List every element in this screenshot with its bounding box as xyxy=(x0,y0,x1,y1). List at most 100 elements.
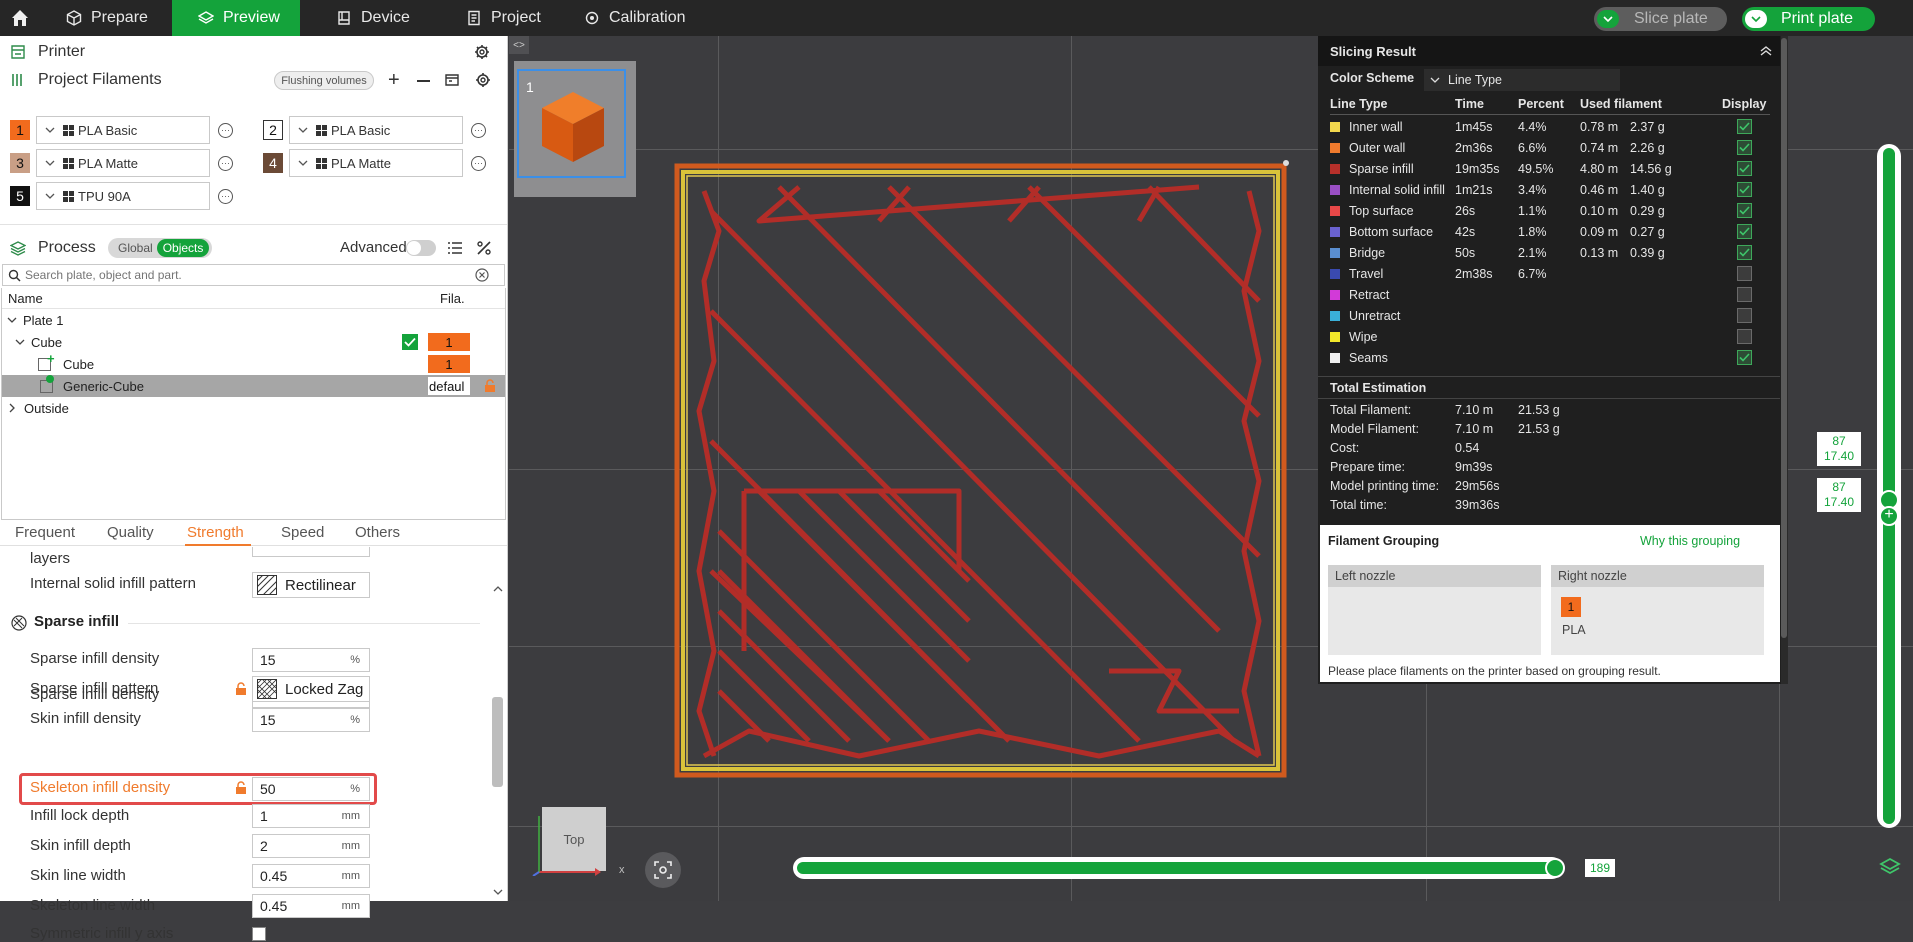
scrollbar-thumb[interactable] xyxy=(492,697,503,787)
skin-width-input[interactable]: 0.45 mm xyxy=(252,864,370,888)
right-nozzle-filament-badge[interactable]: 1 xyxy=(1561,597,1581,617)
layers-view-icon[interactable] xyxy=(1879,856,1901,878)
display-toggle-checkbox[interactable] xyxy=(1737,266,1752,281)
filament-color-swatch[interactable]: 4 xyxy=(263,153,283,173)
slicing-panel-scrollbar[interactable] xyxy=(1781,36,1788,684)
global-objects-toggle[interactable]: Global Objects xyxy=(108,238,212,258)
tab-quality[interactable]: Quality xyxy=(107,524,154,541)
print-plate-button[interactable]: Print plate xyxy=(1742,7,1875,31)
display-toggle-checkbox[interactable] xyxy=(1737,140,1752,155)
param-layers-dropdown[interactable] xyxy=(252,547,370,557)
reset-view-button[interactable] xyxy=(645,852,681,888)
slicing-header[interactable]: Slicing Result xyxy=(1318,36,1780,66)
layer-slider[interactable]: + xyxy=(1877,144,1901,828)
plate-thumbnail[interactable]: 1 xyxy=(517,69,626,178)
display-toggle-checkbox[interactable] xyxy=(1737,308,1752,323)
filament-edit-button[interactable]: ··· xyxy=(471,122,486,138)
skeleton-density-input[interactable]: 50% xyxy=(252,777,370,801)
filament-edit-button[interactable]: ··· xyxy=(471,155,486,171)
collapse-sidebar-button[interactable]: <> xyxy=(509,36,529,54)
compare-button[interactable] xyxy=(476,240,492,256)
filament-settings-button[interactable] xyxy=(475,72,491,88)
tab-project[interactable]: Project xyxy=(452,0,566,36)
display-toggle-checkbox[interactable] xyxy=(1737,245,1752,260)
filament-edit-button[interactable]: ··· xyxy=(218,155,233,171)
object-filament-badge[interactable]: 1 xyxy=(428,333,470,351)
param-scrollbar[interactable] xyxy=(492,585,504,901)
display-toggle-checkbox[interactable] xyxy=(1737,119,1752,134)
lock-icon[interactable] xyxy=(484,379,496,393)
filament-selector[interactable]: TPU 90A xyxy=(36,182,210,210)
slice-dropdown-toggle[interactable] xyxy=(1597,10,1619,28)
home-button[interactable] xyxy=(0,0,40,36)
unlock-icon[interactable] xyxy=(235,682,247,696)
filament-edit-button[interactable]: ··· xyxy=(218,188,233,204)
slice-plate-button[interactable]: Slice plate xyxy=(1594,7,1727,31)
printer-settings-button[interactable] xyxy=(474,44,490,60)
display-toggle-checkbox[interactable] xyxy=(1737,203,1752,218)
filament-selector[interactable]: PLA Basic xyxy=(36,116,210,144)
display-toggle-checkbox[interactable] xyxy=(1737,329,1752,344)
scrollbar-thumb[interactable] xyxy=(1781,38,1787,638)
part-filament-badge[interactable]: 1 xyxy=(428,355,470,373)
sparse-pattern-select[interactable]: Locked Zag xyxy=(252,676,370,702)
global-tab[interactable]: Global xyxy=(118,241,153,255)
filament-color-swatch[interactable]: 2 xyxy=(263,120,283,140)
advanced-toggle[interactable] xyxy=(406,240,436,256)
modifier-filament-badge[interactable]: defaul xyxy=(428,377,470,395)
tree-row-object[interactable]: Cube 1 xyxy=(2,331,505,353)
remove-filament-button[interactable] xyxy=(417,80,430,82)
internal-solid-pattern-select[interactable]: Rectilinear xyxy=(252,572,370,598)
filament-slot-5[interactable]: 5 TPU 90A ··· xyxy=(10,182,235,210)
tab-strength[interactable]: Strength xyxy=(187,524,244,541)
filament-selector[interactable]: PLA Matte xyxy=(36,149,210,177)
filament-color-swatch[interactable]: 3 xyxy=(10,153,30,173)
skeleton-width-input[interactable]: 0.45 mm xyxy=(252,894,370,918)
printer-section-header[interactable]: Printer xyxy=(10,40,500,64)
tab-prepare[interactable]: Prepare xyxy=(52,0,172,36)
filament-edit-button[interactable]: ··· xyxy=(218,122,233,138)
tab-others[interactable]: Others xyxy=(355,524,400,541)
filament-slot-3[interactable]: 3 PLA Matte ··· xyxy=(10,149,235,177)
collapse-icon[interactable] xyxy=(1760,46,1772,56)
display-toggle-checkbox[interactable] xyxy=(1737,224,1752,239)
display-toggle-checkbox[interactable] xyxy=(1737,161,1752,176)
color-scheme-select[interactable]: Line Type xyxy=(1424,69,1620,91)
layer-bottom-knob[interactable]: + xyxy=(1879,506,1899,526)
tab-calibration[interactable]: Calibration xyxy=(570,0,720,36)
skin-depth-input[interactable]: 2 mm xyxy=(252,834,370,858)
add-filament-button[interactable]: + xyxy=(388,70,400,90)
tree-row-plate[interactable]: Plate 1 xyxy=(2,309,505,331)
lock-depth-input[interactable]: 1 mm xyxy=(252,804,370,828)
chevron-down-icon[interactable] xyxy=(493,888,503,896)
why-grouping-link[interactable]: Why this grouping xyxy=(1640,534,1740,548)
objects-tab[interactable]: Objects xyxy=(156,239,210,257)
filament-color-swatch[interactable]: 1 xyxy=(10,120,30,140)
tree-row-outside[interactable]: Outside xyxy=(2,397,505,419)
display-toggle-checkbox[interactable] xyxy=(1737,350,1752,365)
filament-slot-2[interactable]: 2 PLA Basic ··· xyxy=(263,116,488,144)
filament-sync-button[interactable] xyxy=(444,72,460,88)
tree-row-part[interactable]: + Cube 1 xyxy=(2,351,505,375)
unlock-icon[interactable] xyxy=(235,781,247,795)
flushing-volumes-button[interactable]: Flushing volumes xyxy=(274,71,374,90)
tab-speed[interactable]: Speed xyxy=(281,524,324,541)
filament-selector[interactable]: PLA Matte xyxy=(289,149,463,177)
tab-device[interactable]: Device xyxy=(322,0,432,36)
object-search-input[interactable] xyxy=(25,268,475,282)
horizontal-move-slider[interactable] xyxy=(793,857,1565,879)
print-dropdown-toggle[interactable] xyxy=(1745,10,1767,28)
object-visible-checkbox[interactable] xyxy=(402,334,418,350)
object-search-box[interactable] xyxy=(2,264,505,286)
symmetric-checkbox[interactable] xyxy=(252,927,266,941)
display-toggle-checkbox[interactable] xyxy=(1737,182,1752,197)
filament-slot-1[interactable]: 1 PLA Basic ··· xyxy=(10,116,235,144)
filament-slot-4[interactable]: 4 PLA Matte ··· xyxy=(263,149,488,177)
list-view-button[interactable] xyxy=(447,240,463,256)
sparse-density-field[interactable]: 15% xyxy=(252,648,370,672)
filament-color-swatch[interactable]: 5 xyxy=(10,186,30,206)
display-toggle-checkbox[interactable] xyxy=(1737,287,1752,302)
tab-frequent[interactable]: Frequent xyxy=(15,524,75,541)
clear-search-icon[interactable] xyxy=(475,268,489,282)
tree-row-modifier[interactable]: Generic-Cube defaul xyxy=(2,374,505,397)
